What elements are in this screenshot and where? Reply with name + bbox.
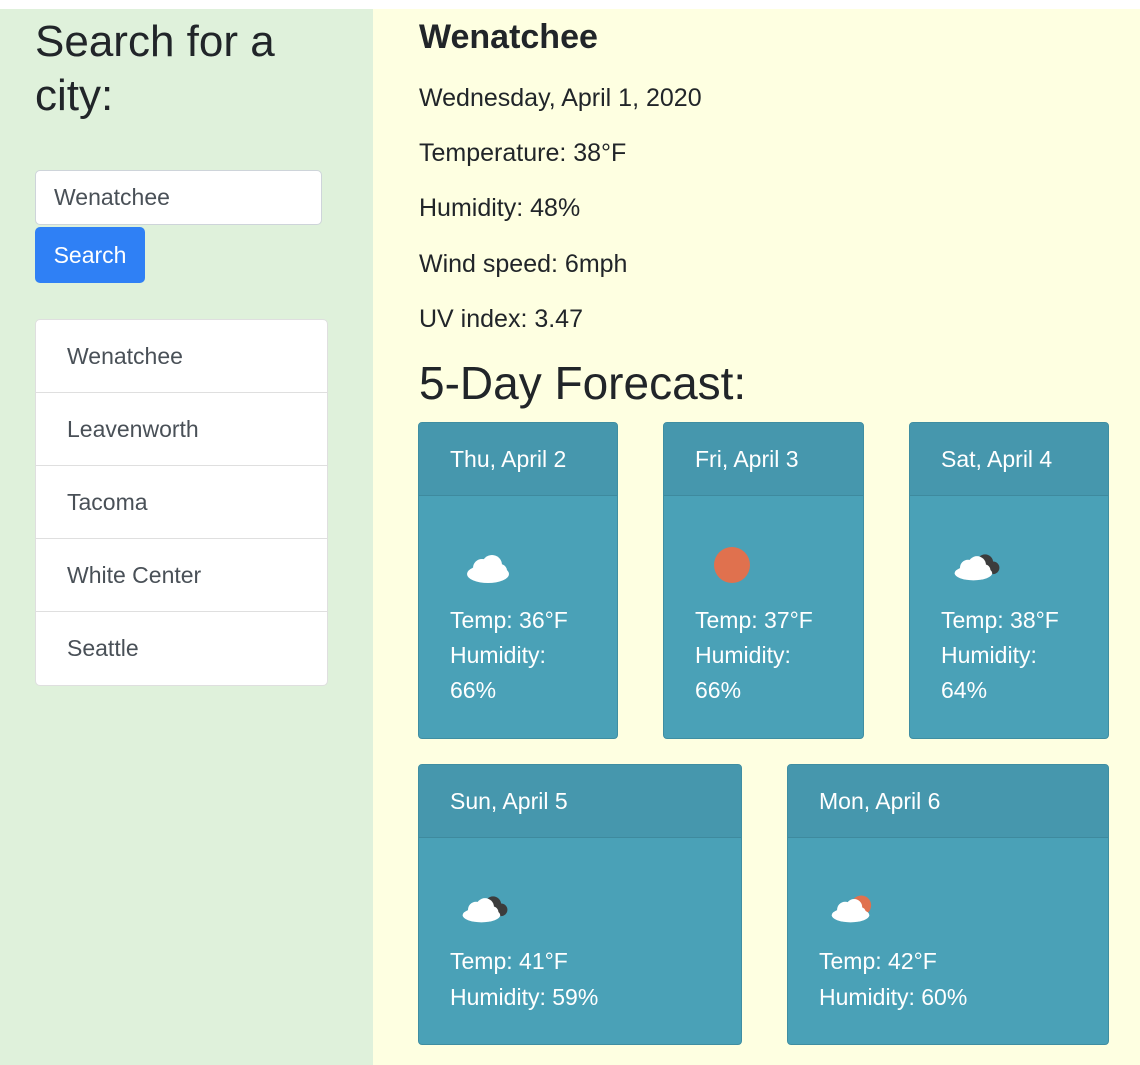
history-item-tacoma[interactable]: Tacoma xyxy=(36,466,327,539)
history-item-seattle[interactable]: Seattle xyxy=(36,612,327,685)
sun-icon xyxy=(714,547,750,583)
forecast-humidity: Humidity: 60% xyxy=(819,984,968,1010)
weather-dashboard: Search for a city: Search Wenatchee Leav… xyxy=(0,9,1140,1065)
forecast-card: Thu, April 2 Temp: 36°F Humidity: 66% xyxy=(418,422,618,739)
forecast-card: Sat, April 4 Temp: 38°F Humidity: 64% xyxy=(909,422,1109,739)
forecast-card-date: Sun, April 5 xyxy=(419,765,741,838)
search-history-list: Wenatchee Leavenworth Tacoma White Cente… xyxy=(35,319,328,686)
search-button[interactable]: Search xyxy=(35,227,145,283)
forecast-humidity: Humidity: 66% xyxy=(695,642,791,703)
current-uv-index: UV index: 3.47 xyxy=(419,305,583,333)
city-search-input[interactable] xyxy=(35,170,322,225)
forecast-temp: Temp: 41°F xyxy=(450,948,568,974)
forecast-card: Mon, April 6 Temp: 42°F Humidity: 60% xyxy=(787,764,1109,1045)
search-heading: Search for a city: xyxy=(35,17,275,120)
current-humidity: Humidity: 48% xyxy=(419,194,581,222)
dark-cloud-icon xyxy=(954,554,1000,581)
sidebar: Search for a city: Search Wenatchee Leav… xyxy=(0,9,373,1065)
forecast-temp: Temp: 42°F xyxy=(819,948,937,974)
forecast-card: Sun, April 5 Temp: 41°F Humidity: 59% xyxy=(418,764,742,1045)
forecast-temp: Temp: 37°F xyxy=(695,607,813,633)
weather-panel: Wenatchee Wednesday, April 1, 2020 Tempe… xyxy=(373,9,1140,1065)
forecast-humidity: Humidity: 66% xyxy=(450,642,546,703)
forecast-card-date: Sat, April 4 xyxy=(910,423,1108,496)
forecast-card-date: Thu, April 2 xyxy=(419,423,617,496)
history-item-white-center[interactable]: White Center xyxy=(36,539,327,612)
forecast-temp: Temp: 38°F xyxy=(941,607,1059,633)
forecast-temp: Temp: 36°F xyxy=(450,607,568,633)
current-wind-speed: Wind speed: 6mph xyxy=(419,250,628,278)
forecast-card-date: Mon, April 6 xyxy=(788,765,1108,838)
forecast-humidity: Humidity: 64% xyxy=(941,642,1037,703)
forecast-card-date: Fri, April 3 xyxy=(664,423,863,496)
history-item-wenatchee[interactable]: Wenatchee xyxy=(36,320,327,393)
sun-cloud-icon xyxy=(831,895,872,923)
dark-cloud-icon xyxy=(462,896,508,923)
forecast-card: Fri, April 3 Temp: 37°F Humidity: 66% xyxy=(663,422,864,739)
forecast-heading: 5-Day Forecast: xyxy=(419,357,747,409)
current-date: Wednesday, April 1, 2020 xyxy=(419,84,702,112)
cloud-icon xyxy=(467,555,509,583)
current-temperature: Temperature: 38°F xyxy=(419,139,627,167)
forecast-humidity: Humidity: 59% xyxy=(450,984,599,1010)
history-item-leavenworth[interactable]: Leavenworth xyxy=(36,393,327,466)
current-city-title: Wenatchee xyxy=(419,18,598,56)
